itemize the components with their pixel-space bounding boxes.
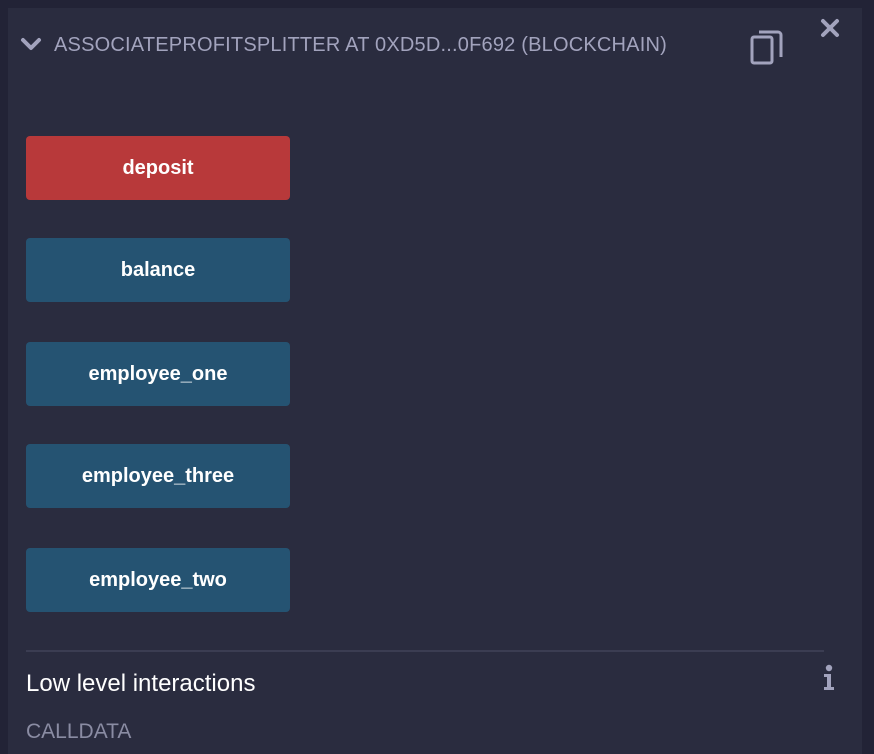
close-icon[interactable] [818,16,842,40]
employee-three-button[interactable]: employee_three [26,444,290,508]
contract-title: ASSOCIATEPROFITSPLITTER AT 0XD5D...0F692… [54,34,667,56]
chevron-down-icon[interactable] [20,36,42,52]
contract-header: ASSOCIATEPROFITSPLITTER AT 0XD5D...0F692… [8,8,862,88]
contract-panel: ASSOCIATEPROFITSPLITTER AT 0XD5D...0F692… [8,8,862,754]
low-level-interactions-heading: Low level interactions [26,670,256,697]
calldata-label: CALLDATA [26,720,132,743]
employee-one-button[interactable]: employee_one [26,342,290,406]
info-icon[interactable] [818,664,840,692]
employee-two-button[interactable]: employee_two [26,548,290,612]
deposit-button[interactable]: deposit [26,136,290,200]
clipboard-copy-icon[interactable] [750,30,784,66]
balance-button[interactable]: balance [26,238,290,302]
section-divider [26,650,824,652]
